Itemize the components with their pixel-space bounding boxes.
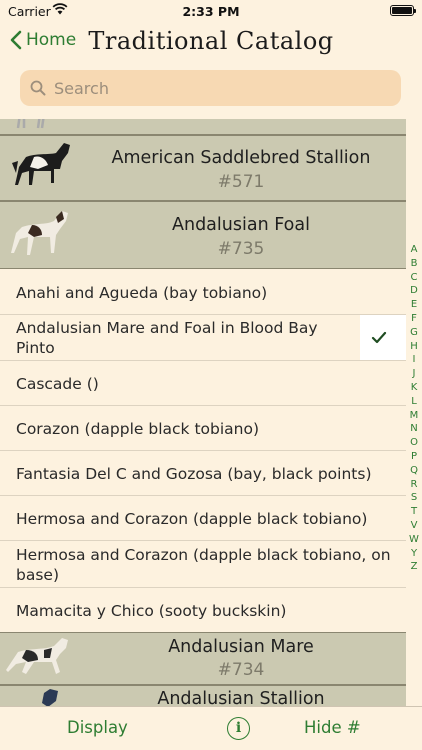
index-letter-z[interactable]: Z xyxy=(406,560,422,574)
section-number: #735 xyxy=(217,239,265,259)
section-number: #571 xyxy=(217,172,265,192)
section-title: Andalusian Mare xyxy=(168,637,314,657)
search-input[interactable] xyxy=(54,78,374,98)
status-bar: Carrier 2:33 PM xyxy=(0,0,422,24)
navigation-bar: Home Traditional Catalog xyxy=(0,24,422,64)
search-icon xyxy=(30,80,46,96)
section-number: #734 xyxy=(217,660,265,680)
index-letter-r[interactable]: R xyxy=(406,478,422,492)
section-title: Andalusian Stallion xyxy=(157,689,325,706)
list-item[interactable]: Mamacita y Chico (sooty buckskin) xyxy=(0,588,406,632)
horse-thumbnail xyxy=(42,689,58,706)
index-letter-c[interactable]: C xyxy=(406,271,422,285)
battery-icon xyxy=(390,5,416,16)
section-title: American Saddlebred Stallion xyxy=(111,148,371,168)
info-icon[interactable]: i xyxy=(227,717,250,740)
list-item-selected[interactable]: Andalusian Mare and Foal in Blood Bay Pi… xyxy=(0,315,406,361)
index-letter-h[interactable]: H xyxy=(406,340,422,354)
index-letter-s[interactable]: S xyxy=(406,491,422,505)
section-header[interactable]: Andalusian Stallion xyxy=(0,685,406,706)
list-item-label: Corazon (dapple black tobiano) xyxy=(16,420,260,438)
hide-numbers-button[interactable]: Hide # xyxy=(304,718,361,737)
horse-thumbnail xyxy=(16,119,45,129)
status-time: 2:33 PM xyxy=(182,4,240,19)
index-letter-v[interactable]: V xyxy=(406,519,422,533)
section-header[interactable]: American Saddlebred Stallion #571 xyxy=(0,135,406,201)
section-header[interactable]: #458 xyxy=(0,119,406,135)
index-letter-e[interactable]: E xyxy=(406,298,422,312)
index-letter-n[interactable]: N xyxy=(406,422,422,436)
index-letter-a[interactable]: A xyxy=(406,243,422,257)
checkmark-cell xyxy=(360,315,406,360)
bottom-toolbar: Display i Hide # xyxy=(0,706,422,750)
horse-thumbnail xyxy=(11,211,68,255)
checkmark-icon xyxy=(371,331,387,344)
horse-thumbnail xyxy=(12,143,70,185)
index-letter-l[interactable]: L xyxy=(406,395,422,409)
list-item-label: Hermosa and Corazon (dapple black tobian… xyxy=(16,510,368,528)
index-letter-d[interactable]: D xyxy=(406,284,422,298)
search-bar xyxy=(20,70,401,106)
section-title: Andalusian Foal xyxy=(172,215,310,235)
list-item[interactable]: Hermosa and Corazon (dapple black tobian… xyxy=(0,541,406,588)
index-letter-o[interactable]: O xyxy=(406,436,422,450)
index-letter-b[interactable]: B xyxy=(406,257,422,271)
index-letter-g[interactable]: G xyxy=(406,326,422,340)
section-header[interactable]: Andalusian Mare #734 xyxy=(0,632,406,685)
index-letter-k[interactable]: K xyxy=(406,381,422,395)
list-item[interactable]: Hermosa and Corazon (dapple black tobian… xyxy=(0,496,406,541)
index-letter-q[interactable]: Q xyxy=(406,464,422,478)
index-letter-j[interactable]: J xyxy=(406,367,422,381)
list-item-label: Andalusian Mare and Foal in Blood Bay Pi… xyxy=(16,319,318,357)
list-item-label: Mamacita y Chico (sooty buckskin) xyxy=(16,602,287,620)
section-header[interactable]: Andalusian Foal #735 xyxy=(0,201,406,269)
list-item[interactable]: Cascade () xyxy=(0,361,406,406)
page-title: Traditional Catalog xyxy=(88,27,334,55)
index-letter-y[interactable]: Y xyxy=(406,547,422,561)
display-button[interactable]: Display xyxy=(67,718,128,737)
list-item[interactable]: Fantasia Del C and Gozosa (bay, black po… xyxy=(0,451,406,496)
horse-thumbnail xyxy=(6,638,68,674)
index-letter-i[interactable]: I xyxy=(406,353,422,367)
section-index-bar[interactable]: ABCDEFGHIJKLMNOPQRSTVWYZ xyxy=(406,243,422,574)
index-letter-p[interactable]: P xyxy=(406,450,422,464)
list-item[interactable]: Anahi and Agueda (bay tobiano) xyxy=(0,270,406,315)
list-item-label: Anahi and Agueda (bay tobiano) xyxy=(16,284,268,302)
catalog-list[interactable]: #458 American Saddlebred Stallion #571 A… xyxy=(0,119,406,706)
list-item[interactable]: Corazon (dapple black tobiano) xyxy=(0,406,406,451)
list-item-label: Cascade () xyxy=(16,375,99,393)
list-item-label: Fantasia Del C and Gozosa (bay, black po… xyxy=(16,465,372,483)
index-letter-t[interactable]: T xyxy=(406,505,422,519)
index-letter-f[interactable]: F xyxy=(406,312,422,326)
list-item-label: Hermosa and Corazon (dapple black tobian… xyxy=(16,546,391,584)
index-letter-m[interactable]: M xyxy=(406,409,422,423)
index-letter-w[interactable]: W xyxy=(406,533,422,547)
